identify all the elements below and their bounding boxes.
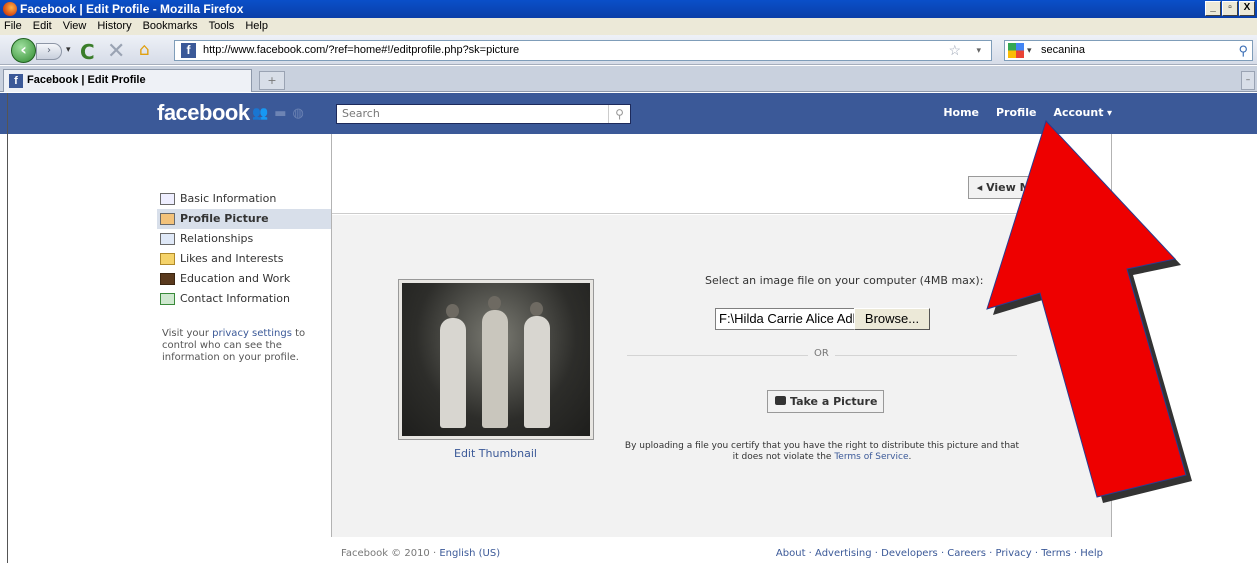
disclaimer-end: .	[908, 452, 912, 462]
pencil-icon	[160, 253, 175, 265]
google-icon[interactable]	[1008, 43, 1024, 58]
jewel-icons: 👥 ▬ ◍	[252, 106, 304, 121]
history-dropdown-icon[interactable]: ▾	[66, 45, 71, 55]
take-picture-label: Take a Picture	[790, 395, 878, 408]
copyright-text: Facebook © 2010 ·	[341, 548, 440, 559]
privacy-settings-link[interactable]: privacy settings	[212, 328, 292, 339]
page-border	[7, 93, 8, 563]
sidebar-item-relationships[interactable]: Relationships	[157, 229, 331, 249]
photo-figure	[440, 304, 466, 428]
close-button[interactable]: X	[1239, 1, 1255, 16]
sidebar-item-label: Profile Picture	[180, 212, 269, 225]
sidebar-item-contact-information[interactable]: Contact Information	[157, 289, 331, 309]
menu-bar: File Edit View History Bookmarks Tools H…	[0, 18, 1257, 35]
tab-list-button[interactable]: –	[1241, 71, 1255, 90]
menu-tools[interactable]: Tools	[209, 18, 235, 35]
search-value: secanina	[1041, 44, 1086, 56]
photo-image	[402, 283, 590, 436]
photo-figure	[482, 296, 508, 428]
file-path-input[interactable]: F:\Hilda Carrie Alice Adl	[715, 308, 859, 330]
picture-frame-icon	[160, 213, 175, 225]
tab-bar: f Facebook | Edit Profile + –	[0, 66, 1257, 92]
title-bar: Facebook | Edit Profile - Mozilla Firefo…	[0, 0, 1257, 18]
url-text: http://www.facebook.com/?ref=home#!/edit…	[203, 44, 520, 56]
privacy-note: Visit your privacy settings to control w…	[162, 328, 322, 364]
firefox-icon	[3, 2, 17, 16]
current-profile-photo	[398, 279, 594, 440]
id-card-icon	[160, 193, 175, 205]
browse-button[interactable]: Browse...	[854, 308, 930, 330]
tab-label: Facebook | Edit Profile	[27, 74, 146, 86]
search-icon[interactable]: ⚲	[1238, 41, 1248, 60]
menu-history[interactable]: History	[97, 18, 131, 35]
language-link[interactable]: English (US)	[439, 548, 500, 559]
menu-edit[interactable]: Edit	[33, 18, 52, 35]
new-tab-button[interactable]: +	[259, 71, 285, 90]
red-arrow-annotation	[986, 120, 1192, 503]
maximize-button[interactable]: ▫	[1222, 1, 1238, 16]
engine-dropdown-icon[interactable]: ▾	[1027, 41, 1032, 60]
facebook-logo[interactable]: facebook	[157, 100, 250, 126]
window-controls: _ ▫ X	[1205, 1, 1255, 16]
photo-figure	[524, 302, 550, 428]
url-bar[interactable]: f http://www.facebook.com/?ref=home#!/ed…	[174, 40, 992, 61]
sidebar-item-profile-picture[interactable]: Profile Picture	[157, 209, 331, 229]
search-placeholder: Search	[342, 107, 380, 120]
relationships-icon	[160, 233, 175, 245]
sidebar-item-education-and-work[interactable]: Education and Work	[157, 269, 331, 289]
camera-icon	[775, 396, 786, 405]
window-title: Facebook | Edit Profile - Mozilla Firefo…	[20, 2, 244, 16]
reload-icon[interactable]: C	[80, 40, 95, 64]
sidebar-item-label: Relationships	[180, 232, 254, 245]
forward-icon[interactable]: ›	[36, 43, 62, 60]
firefox-window: Facebook | Edit Profile - Mozilla Firefo…	[0, 0, 1257, 563]
sidebar-item-label: Likes and Interests	[180, 252, 284, 265]
friend-requests-icon[interactable]: 👥	[252, 106, 268, 121]
sidebar-item-likes-and-interests[interactable]: Likes and Interests	[157, 249, 331, 269]
menu-view[interactable]: View	[63, 18, 87, 35]
menu-bookmarks[interactable]: Bookmarks	[143, 18, 198, 35]
terms-of-service-link[interactable]: Terms of Service	[834, 452, 908, 462]
edit-thumbnail-link[interactable]: Edit Thumbnail	[454, 447, 537, 460]
url-dropdown-icon[interactable]: ▾	[976, 41, 981, 60]
home-icon[interactable]: ⌂	[139, 40, 150, 60]
or-label: OR	[808, 348, 835, 359]
footer-copyright: Facebook © 2010 · English (US)	[341, 548, 500, 559]
messages-icon[interactable]: ▬	[274, 106, 286, 121]
privacy-text-pre: Visit your	[162, 328, 213, 339]
menu-help[interactable]: Help	[245, 18, 268, 35]
sidebar-item-label: Education and Work	[180, 272, 291, 285]
bookmark-star-icon[interactable]: ☆	[948, 41, 961, 60]
search-bar[interactable]: ▾ secanina ⚲	[1004, 40, 1253, 61]
menu-file[interactable]: File	[4, 18, 22, 35]
stop-icon[interactable]: ✕	[107, 39, 125, 64]
tab-edit-profile[interactable]: f Facebook | Edit Profile	[3, 69, 252, 92]
edit-profile-sidebar: Basic Information Profile Picture Relati…	[157, 189, 331, 309]
facebook-favicon-icon: f	[9, 74, 23, 88]
facebook-search-input[interactable]: Search ⚲	[336, 104, 631, 124]
upload-disclaimer: By uploading a file you certify that you…	[622, 441, 1022, 463]
search-icon[interactable]: ⚲	[608, 105, 630, 123]
notifications-icon[interactable]: ◍	[292, 106, 303, 121]
minimize-button[interactable]: _	[1205, 1, 1221, 16]
briefcase-icon	[160, 273, 175, 285]
contact-card-icon	[160, 293, 175, 305]
back-icon[interactable]: ‹	[11, 38, 36, 63]
sidebar-item-basic-information[interactable]: Basic Information	[157, 189, 331, 209]
disclaimer-text: By uploading a file you certify that you…	[624, 441, 1020, 462]
navigation-toolbar: ‹ › ▾ C ✕ ⌂ f http://www.facebook.com/?r…	[0, 35, 1257, 65]
facebook-favicon-icon: f	[181, 43, 196, 58]
sidebar-item-label: Contact Information	[180, 292, 290, 305]
sidebar-item-label: Basic Information	[180, 192, 277, 205]
select-file-label: Select an image file on your computer (4…	[705, 274, 984, 287]
take-picture-button[interactable]: Take a Picture	[767, 390, 885, 413]
